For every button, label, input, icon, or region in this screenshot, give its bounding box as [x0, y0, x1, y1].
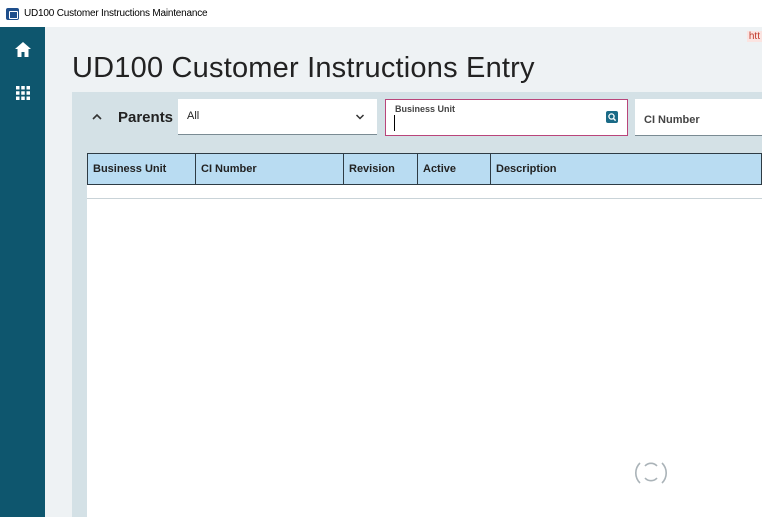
column-header-ci-number[interactable]: CI Number	[196, 154, 344, 184]
column-header-revision[interactable]: Revision	[344, 154, 418, 184]
parents-panel: Parents All Business Unit CI Number Busi…	[72, 92, 762, 517]
ci-number-input[interactable]	[644, 112, 754, 128]
grid-header: Business Unit CI Number Revision Active …	[87, 153, 762, 185]
scope-select-value: All	[187, 110, 200, 122]
scope-select[interactable]: All	[178, 99, 377, 135]
apps-button[interactable]	[0, 73, 45, 113]
business-unit-field: Business Unit	[385, 99, 628, 136]
sidebar	[0, 27, 45, 517]
page-title: UD100 Customer Instructions Entry	[72, 52, 535, 84]
column-header-description[interactable]: Description	[491, 154, 761, 184]
filter-row: Parents All Business Unit	[72, 92, 762, 148]
grid-row-divider	[87, 198, 762, 199]
home-icon	[14, 41, 31, 57]
lookup-search-icon[interactable]	[606, 111, 618, 123]
ci-number-field	[635, 99, 762, 136]
chevron-up-icon[interactable]	[90, 110, 104, 124]
chevron-down-icon	[355, 114, 365, 120]
main-content: htt UD100 Customer Instructions Entry Pa…	[45, 27, 762, 517]
app-logo-icon	[6, 7, 19, 20]
business-unit-input[interactable]	[394, 115, 594, 131]
parents-grid: Business Unit CI Number Revision Active …	[87, 153, 762, 517]
business-unit-label: Business Unit	[395, 104, 456, 114]
column-header-business-unit[interactable]: Business Unit	[88, 154, 196, 184]
parents-label: Parents	[118, 109, 174, 126]
column-header-active[interactable]: Active	[418, 154, 491, 184]
window-titlebar: UD100 Customer Instructions Maintenance	[0, 0, 762, 27]
home-button[interactable]	[0, 29, 45, 69]
loading-spinner-icon	[635, 462, 667, 484]
apps-grid-icon	[15, 86, 30, 100]
url-indicator: htt	[746, 31, 762, 42]
window-title: UD100 Customer Instructions Maintenance	[24, 8, 208, 19]
